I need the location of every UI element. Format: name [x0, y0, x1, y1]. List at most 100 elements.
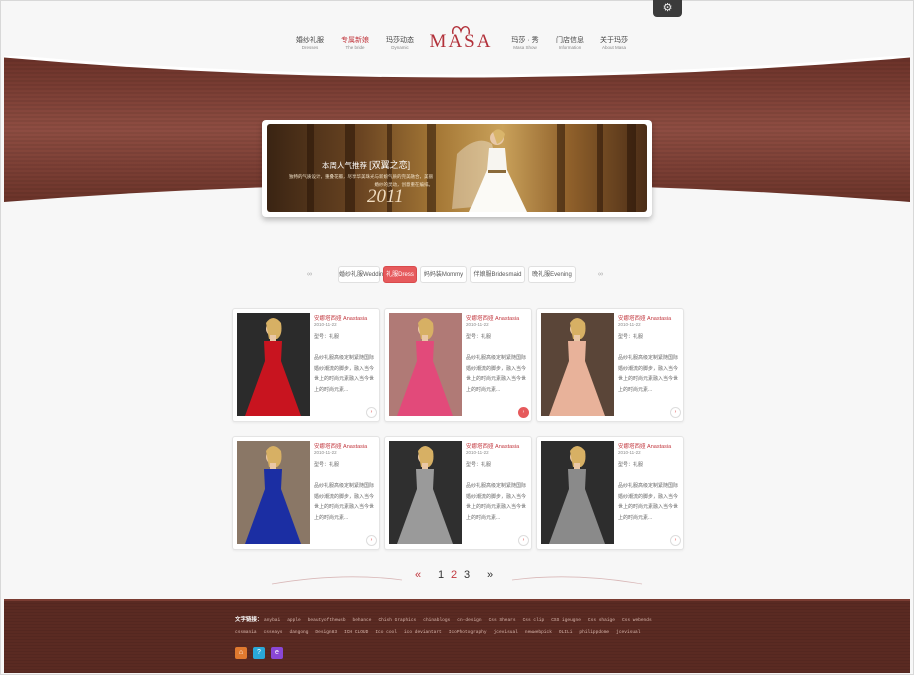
model-figure	[397, 318, 453, 416]
product-date: 2010-11-22	[618, 322, 641, 327]
arrow-right-icon[interactable]: ›	[366, 535, 377, 546]
footer-link[interactable]: Css webends	[622, 618, 652, 623]
footer-link[interactable]: CSS igeugne	[551, 618, 581, 623]
footer-link[interactable]: IcoPhotography	[449, 630, 487, 635]
footer-link[interactable]: cssmania	[235, 630, 257, 635]
next-page-button[interactable]: »	[487, 569, 493, 581]
product-name[interactable]: 安娜塔西娅 Anastasia	[618, 314, 671, 322]
dress-bodice	[264, 341, 282, 361]
home-icon[interactable]: ⌂	[235, 647, 247, 659]
footer-link[interactable]: Css Shears	[489, 618, 516, 623]
product-date: 2010-11-22	[314, 450, 337, 455]
arrow-right-icon[interactable]: ›	[366, 407, 377, 418]
arrow-right-icon[interactable]: ›	[518, 407, 529, 418]
footer-link[interactable]: OLILi	[559, 630, 573, 635]
product-model: 型号：礼服	[314, 334, 340, 340]
product-card[interactable]: 安娜塔西娅 Anastasia 2010-11-22 型号：礼服 品纱礼服高级定制紧随…	[384, 308, 532, 422]
footer-link[interactable]: csseays	[264, 630, 283, 635]
ornament-right-icon: ∞	[598, 271, 603, 278]
logo-text: MASA	[429, 31, 493, 52]
product-name[interactable]: 安娜塔西娅 Anastasia	[466, 442, 519, 450]
product-description: 品纱礼服高级定制紧随国际婚纱潮流的脚步，融入当今世上的时尚元素融入当今世上的时尚…	[466, 483, 527, 521]
dress-bodice	[264, 469, 282, 489]
dress-skirt	[549, 489, 605, 544]
page-2[interactable]: 2	[451, 569, 457, 581]
dress-bodice	[568, 341, 586, 361]
tab-wedding[interactable]: 婚纱礼服Wedding	[338, 266, 387, 283]
footer-link[interactable]: beautyofthewsb	[308, 618, 346, 623]
product-photo[interactable]	[389, 441, 462, 544]
product-description: 品纱礼服高级定制紧随国际婚纱潮流的脚步，融入当今世上的时尚元素融入当今世上的时尚…	[466, 355, 527, 393]
product-model: 型号：礼服	[618, 334, 644, 340]
product-card[interactable]: 安娜塔西娅 Anastasia 2010-11-22 型号：礼服品纱礼服高级定制紧随…	[536, 308, 684, 422]
dress-bodice	[416, 341, 434, 361]
footer-link[interactable]: dangong	[290, 630, 309, 635]
product-description: 品纱礼服高级定制紧随国际婚纱潮流的脚步，融入当今世上的时尚元素融入当今世上的时尚…	[314, 483, 375, 521]
tab-mommy[interactable]: 妈妈装Mommy	[420, 266, 467, 283]
tab-dress[interactable]: 礼服Dress	[383, 266, 417, 283]
page-1[interactable]: 1	[438, 569, 444, 581]
footer-label: 文字链接：	[235, 617, 263, 623]
tree	[627, 124, 636, 212]
model-figure	[549, 446, 605, 544]
arrow-right-icon[interactable]: ›	[670, 407, 681, 418]
tab-evening[interactable]: 晚礼服Evening	[528, 266, 576, 283]
hero-banner[interactable]: 本周人气推荐 [双翼之恋] 独特的气质设计，重叠花瓣，尽享华美珠光与新娘气质的完…	[262, 120, 652, 217]
product-card[interactable]: 安娜塔西娅 Anastasia 2010-11-22 型号：礼服 品纱礼服高级定制紧随…	[232, 308, 380, 422]
logo[interactable]: MASA	[425, 22, 497, 54]
arrow-right-icon[interactable]: ›	[518, 535, 529, 546]
footer-link[interactable]: apple	[287, 618, 301, 623]
tab-bridesmaid[interactable]: 伴娘服Bridesmaid	[470, 266, 525, 283]
browser-icon[interactable]: e	[271, 647, 283, 659]
product-photo[interactable]	[541, 441, 614, 544]
product-photo[interactable]	[237, 441, 310, 544]
footer-link[interactable]: jcevisual	[616, 630, 640, 635]
page-3[interactable]: 3	[464, 569, 470, 581]
settings-tab[interactable]: ⚙	[653, 0, 682, 17]
footer-link[interactable]: newwebpick	[525, 630, 552, 635]
product-description: 品纱礼服高级定制紧随国际婚纱潮流的脚步，融入当今世上的时尚元素融入当今世上的时尚…	[618, 355, 679, 393]
dress-bodice	[416, 469, 434, 489]
product-card[interactable]: 安娜塔西娅 Anastasia 2010-11-22 型号：礼服 品纱礼服高级定制紧随…	[384, 436, 532, 550]
product-date: 2010-11-22	[466, 322, 489, 327]
footer-link[interactable]: anybai	[264, 618, 280, 623]
product-description: 品纱礼服高级定制紧随国际婚纱潮流的脚步，融入当今世上的时尚元素融入当今世上的时尚…	[314, 355, 375, 393]
product-name[interactable]: 安娜塔西娅 Anastasia	[618, 442, 671, 450]
product-name[interactable]: 安娜塔西娅 Anastasia	[314, 314, 367, 322]
footer-link[interactable]: Design83	[315, 630, 337, 635]
dress-skirt	[549, 361, 605, 416]
bride-figure	[452, 129, 527, 212]
dress-bodice	[568, 469, 586, 489]
footer-link[interactable]: ICH CLOUD	[344, 630, 368, 635]
footer-link[interactable]: Css shaige	[588, 618, 615, 623]
footer-link[interactable]: jcevisual	[494, 630, 518, 635]
prev-page-button[interactable]: «	[415, 569, 421, 581]
footer-link[interactable]: Css clip	[523, 618, 545, 623]
dress-skirt	[245, 361, 301, 416]
footer-link[interactable]: chinablogs	[423, 618, 450, 623]
footer-link[interactable]: philippdome	[579, 630, 609, 635]
category-tabs: 婚纱礼服Wedding 礼服Dress 妈妈装Mommy 伴娘服Bridesma…	[0, 266, 914, 284]
hero-year: 2011	[367, 186, 404, 207]
product-card[interactable]: 安娜塔西娅 Anastasia 2010-11-22 型号：礼服 品纱礼服高级定制紧随…	[232, 436, 380, 550]
nav-item-dynamic[interactable]: 玛莎动态 Dynamic	[370, 36, 430, 51]
product-photo[interactable]	[389, 313, 462, 416]
gear-icon: ⚙	[662, 2, 673, 14]
footer-link[interactable]: Chish Graphics	[378, 618, 416, 623]
footer-link[interactable]: cn-design	[457, 618, 481, 623]
pagination: « 1 2 3 »	[407, 566, 504, 586]
product-photo[interactable]	[541, 313, 614, 416]
footer-link[interactable]: Ico cool	[375, 630, 397, 635]
product-name[interactable]: 安娜塔西娅 Anastasia	[466, 314, 519, 322]
nav-item-about[interactable]: 关于玛莎 About Masa	[584, 36, 644, 51]
hero-title: 本周人气推荐 [双翼之恋]	[322, 158, 410, 171]
arrow-right-icon[interactable]: ›	[670, 535, 681, 546]
product-card[interactable]: 安娜塔西娅 Anastasia 2010-11-22 型号：礼服 品纱礼服高级定制紧随…	[536, 436, 684, 550]
product-name[interactable]: 安娜塔西娅 Anastasia	[314, 442, 367, 450]
product-photo[interactable]	[237, 313, 310, 416]
model-figure	[549, 318, 605, 416]
tree	[557, 124, 565, 212]
qq-icon[interactable]: ?	[253, 647, 265, 659]
footer-link[interactable]: ico deviantart	[404, 630, 442, 635]
footer-link[interactable]: behance	[353, 618, 372, 623]
